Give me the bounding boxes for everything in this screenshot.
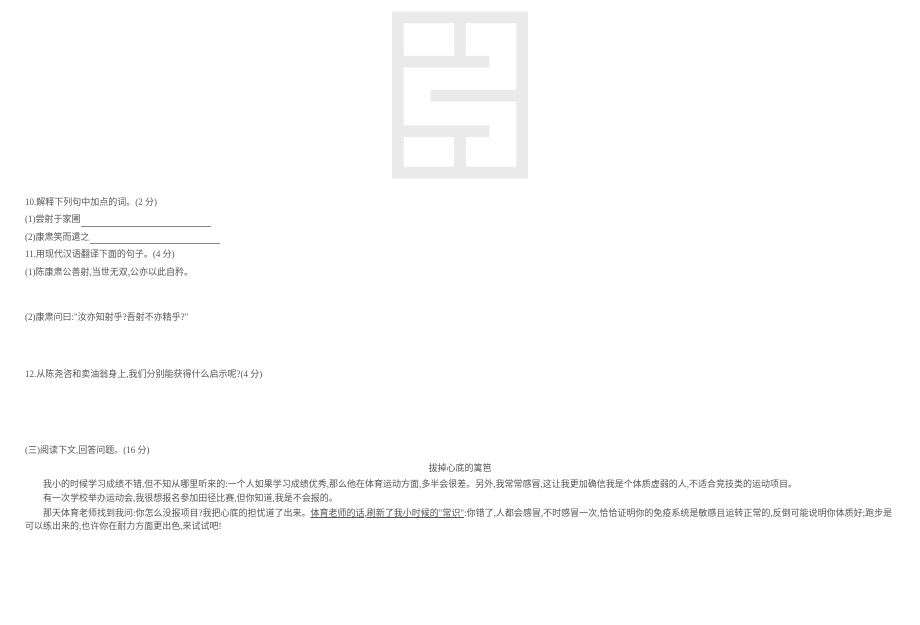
q10-stem: 10.解释下列句中加点的词。(2 分) [25, 195, 895, 209]
q10-item-1-text: (1)尝射于家圃 [25, 214, 81, 224]
answer-space [25, 327, 895, 367]
q11-item-1: (1)陈康肃公善射,当世无双,公亦以此自矜。 [25, 265, 895, 279]
essay-paragraph-2: 有一次学校举办运动会,我很想报名参加田径比赛,但你知道,我是不会报的。 [25, 492, 895, 506]
answer-space [25, 282, 895, 310]
q11-stem: 11.用现代汉语翻译下面的句子。(4 分) [25, 247, 895, 261]
answer-blank [81, 216, 211, 227]
page-content: 10.解释下列句中加点的词。(2 分) (1)尝射于家圃 (2)康肃笑而遣之 1… [25, 0, 895, 534]
essay-title: 拔掉心底的篱笆 [25, 461, 895, 475]
q10-item-2-text: (2)康肃笑而遣之 [25, 232, 90, 242]
section-3-label: (三)阅读下文,回答问题。(16 分) [25, 443, 895, 457]
q12-stem: 12.从陈尧咨和卖油翁身上,我们分别能获得什么启示呢?(4 分) [25, 367, 895, 381]
q11-item-2: (2)康肃问曰:"汝亦知射乎?吾射不亦精乎?" [25, 310, 895, 324]
essay-paragraph-1: 我小的时候学习成绩不错,但不知从哪里听来的:一个人如果学习成绩优秀,那么他在体育… [25, 478, 895, 492]
q10-item-2: (2)康肃笑而遣之 [25, 230, 895, 244]
para3-prefix: 那天体育老师找到我问:你怎么没报项目?我把心底的担忧道了出来。 [43, 508, 311, 518]
answer-blank [90, 233, 220, 244]
essay-paragraph-3: 那天体育老师找到我问:你怎么没报项目?我把心底的担忧道了出来。体育老师的话,刷新… [25, 507, 895, 534]
para3-underlined: 体育老师的话,刷新了我小时候的"常识" [311, 508, 465, 518]
q10-item-1: (1)尝射于家圃 [25, 212, 895, 226]
answer-space [25, 385, 895, 443]
